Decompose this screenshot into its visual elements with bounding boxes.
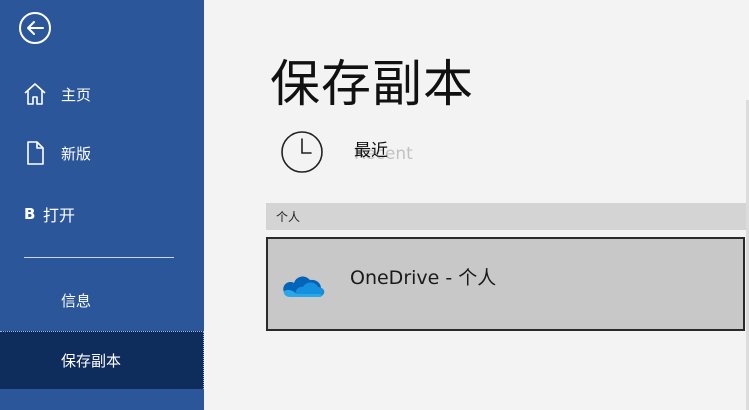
home-icon <box>24 83 46 105</box>
back-arrow-icon[interactable] <box>18 11 52 45</box>
onedrive-label: OneDrive - 个人 <box>350 267 497 289</box>
sidebar-item-label: 新版 <box>61 144 92 163</box>
sidebar-item-open[interactable]: B 打开 <box>0 190 204 238</box>
sidebar-item-label: 保存副本 <box>61 352 122 370</box>
onedrive-personal-location[interactable]: OneDrive - 个人 <box>266 237 745 331</box>
backstage-sidebar: 主页 新版 B 打开 信息 保存副本 <box>0 0 204 410</box>
sidebar-item-label: 主页 <box>61 85 92 104</box>
sidebar-item-new[interactable]: 新版 <box>0 129 204 177</box>
new-document-icon <box>27 141 44 165</box>
sidebar-item-label: 打开 <box>43 206 76 225</box>
clock-icon <box>281 131 323 173</box>
sidebar-item-save-copy[interactable]: 保存副本 <box>0 331 204 389</box>
sidebar-item-info[interactable]: 信息 <box>0 276 204 324</box>
onedrive-cloud-icon <box>283 276 325 297</box>
recent-location[interactable]: Recent 最近 <box>266 120 746 184</box>
sidebar-item-label: 信息 <box>61 291 92 310</box>
sidebar-divider <box>24 257 174 258</box>
page-title: 保存副本 <box>270 54 474 113</box>
recent-label: 最近 <box>354 141 388 161</box>
section-header: 个人 <box>266 203 746 230</box>
access-key-prefix: B <box>24 205 36 223</box>
sidebar-item-home[interactable]: 主页 <box>0 70 204 118</box>
section-label: 个人 <box>276 210 301 224</box>
